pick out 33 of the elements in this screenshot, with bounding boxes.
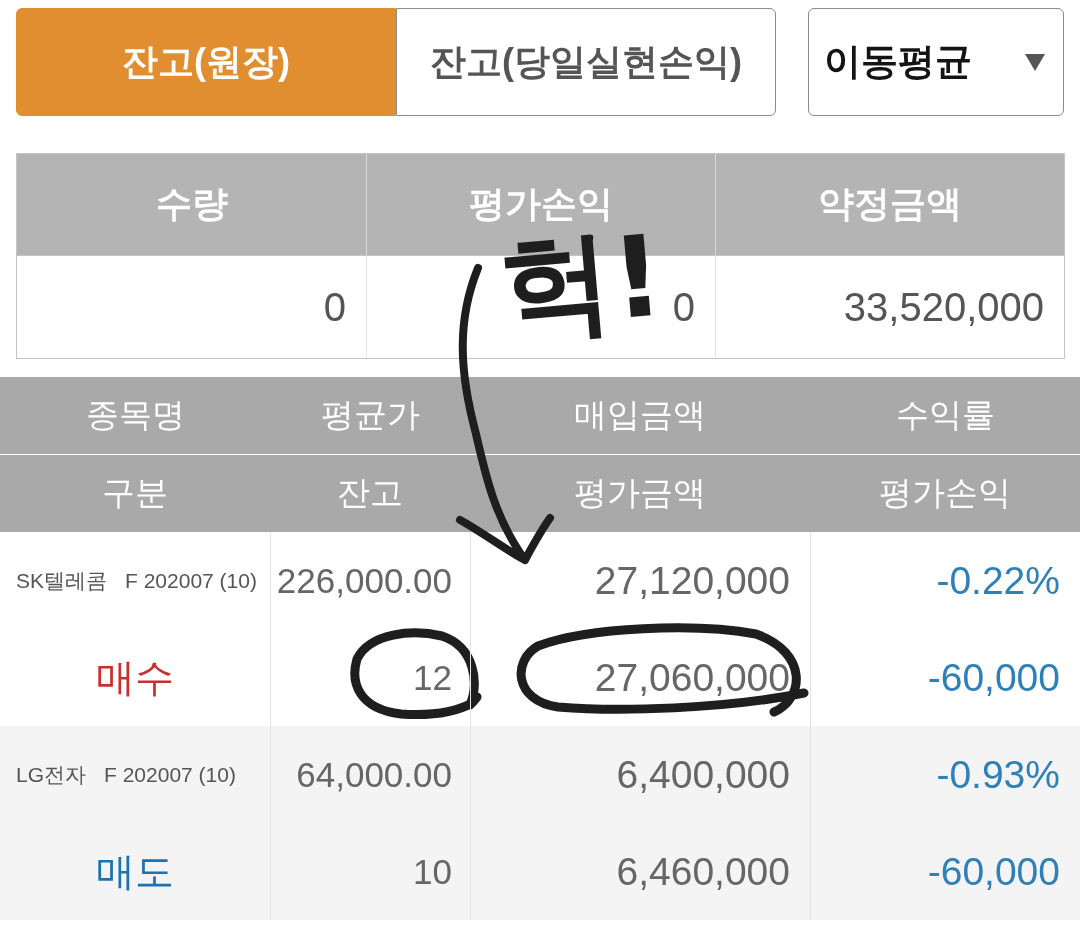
table-cell: 12 xyxy=(413,657,452,698)
table-cell: 27,120,000 xyxy=(594,558,790,603)
table-cell: 6,460,000 xyxy=(616,849,790,894)
column-header: 잔고 xyxy=(337,473,403,513)
table-cell: 33,520,000 xyxy=(715,255,1064,358)
table-cell: 6,400,000 xyxy=(616,752,790,797)
column-header: 수익률 xyxy=(895,395,995,435)
table-cell: 10 xyxy=(413,851,452,892)
trade-side-label: 매수 xyxy=(96,654,174,701)
table-cell: 226,000.00 xyxy=(276,560,452,601)
contract-code: F 202007 (10) xyxy=(125,568,257,593)
table-cell: -0.93% xyxy=(936,752,1060,797)
table-cell: 0 xyxy=(17,255,366,358)
column-header: 종목명 xyxy=(85,395,185,435)
caret-icon xyxy=(1025,53,1045,71)
table-cell: -0.22% xyxy=(936,558,1060,603)
stock-name: LG전자 xyxy=(16,761,86,788)
column-header: 평균가 xyxy=(320,395,420,435)
trade-side-label: 매도 xyxy=(96,848,174,895)
table-cell: 64,000.00 xyxy=(296,754,452,795)
table-cell: -60,000 xyxy=(927,655,1060,700)
column-header: 평가금액 xyxy=(574,473,706,513)
stock-name: SK텔레콤 xyxy=(16,567,107,594)
tab[interactable]: 잔고(당일실현손익) xyxy=(396,8,776,116)
column-header: 평가손익 xyxy=(879,473,1011,513)
column-header: 약정금액 xyxy=(715,154,1064,255)
table-cell: 27,060,000 xyxy=(594,655,790,700)
column-header: 매입금액 xyxy=(574,395,706,435)
sort-dropdown[interactable]: 이동평균 xyxy=(808,8,1064,116)
column-header: 구분 xyxy=(102,473,168,513)
contract-code: F 202007 (10) xyxy=(104,762,236,787)
column-header: 수량 xyxy=(17,154,366,255)
table-cell: -60,000 xyxy=(927,849,1060,894)
